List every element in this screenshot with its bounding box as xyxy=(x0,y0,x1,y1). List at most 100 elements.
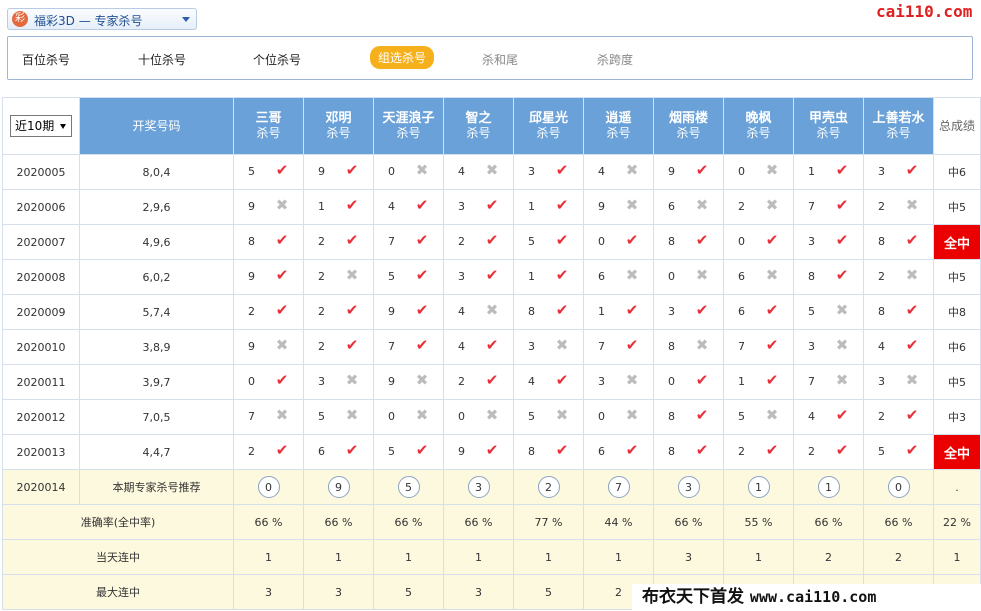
period-cell: 2020007 xyxy=(2,224,80,260)
kill-number: 2 xyxy=(738,200,745,213)
tab-units-kill[interactable]: 个位杀号 xyxy=(253,51,301,68)
stats-value: 1 xyxy=(443,539,514,575)
kill-number: 3 xyxy=(528,340,535,353)
check-icon: ✔ xyxy=(625,336,639,354)
recommendation-cell: 1 xyxy=(793,469,864,505)
expert-kill-cell: 5 ✖ xyxy=(793,294,864,330)
stats-row: 准确率(全中率) 66 % 66 % 66 % 66 % 77 % 44 % 66 % 55 %… xyxy=(2,504,981,540)
kill-number: 2 xyxy=(318,305,325,318)
expert-kill-cell: 4 ✖ xyxy=(443,294,514,330)
check-icon: ✔ xyxy=(695,441,709,459)
recommendation-cell: 0 xyxy=(233,469,304,505)
tab-span-kill[interactable]: 杀跨度 xyxy=(597,51,633,68)
expert-kill-cell: 9 ✔ xyxy=(373,294,444,330)
expert-kill-cell: 0 ✔ xyxy=(723,224,794,260)
kill-number: 0 xyxy=(668,270,675,283)
cross-icon: ✖ xyxy=(275,406,289,424)
tab-hundreds-kill[interactable]: 百位杀号 xyxy=(22,51,70,68)
period-filter-select[interactable]: 近10期 xyxy=(10,115,72,137)
period-cell: 2020013 xyxy=(2,434,80,470)
check-icon: ✔ xyxy=(345,231,359,249)
table-row: 2020006 2,9,6 9 ✖ 1 ✔ 4 ✔ 3 ✔ 1 ✔ 9 ✖ 6 ✖ 2 ✖ 7 ✔ 2 ✖ 中5 xyxy=(2,189,981,225)
expert-kill-cell: 9 ✖ xyxy=(583,189,654,225)
expert-kill-cell: 0 ✖ xyxy=(373,399,444,435)
cross-icon: ✖ xyxy=(625,371,639,389)
check-icon: ✔ xyxy=(765,231,779,249)
kill-number: 6 xyxy=(318,445,325,458)
expert-name: 晚枫 xyxy=(745,111,772,126)
stats-value: 44 % xyxy=(583,504,654,540)
recommended-kill-number: 3 xyxy=(677,476,700,498)
check-icon: ✔ xyxy=(275,371,289,389)
kill-number: 8 xyxy=(528,305,535,318)
lottery-logo-icon: 彩 xyxy=(12,11,28,27)
check-icon: ✔ xyxy=(625,441,639,459)
expert-kill-cell: 2 ✔ xyxy=(793,434,864,470)
recommendation-cell: 2 xyxy=(513,469,584,505)
stats-label: 最大连中 xyxy=(2,574,234,610)
check-icon: ✔ xyxy=(555,231,569,249)
expert-kill-cell: 6 ✖ xyxy=(723,259,794,295)
cross-icon: ✖ xyxy=(905,196,919,214)
cross-icon: ✖ xyxy=(905,371,919,389)
expert-kill-cell: 2 ✔ xyxy=(443,224,514,260)
check-icon: ✔ xyxy=(835,266,849,284)
check-icon: ✔ xyxy=(275,301,289,319)
expert-kill-cell: 2 ✔ xyxy=(233,434,304,470)
check-icon: ✔ xyxy=(415,196,429,214)
cross-icon: ✖ xyxy=(555,336,569,354)
period-cell: 2020011 xyxy=(2,364,80,400)
kill-number: 1 xyxy=(808,165,815,178)
cross-icon: ✖ xyxy=(765,406,779,424)
expert-kill-cell: 0 ✖ xyxy=(723,154,794,190)
expert-kill-cell: 4 ✖ xyxy=(443,154,514,190)
kill-number: 1 xyxy=(528,270,535,283)
expert-kill-cell: 7 ✔ xyxy=(373,224,444,260)
kill-number: 0 xyxy=(388,410,395,423)
kill-number: 1 xyxy=(528,200,535,213)
table-row: 2020013 4,4,7 2 ✔ 6 ✔ 5 ✔ 9 ✔ 8 ✔ 6 ✔ 8 ✔ 2 ✔ 2 ✔ 5 ✔ 全中 xyxy=(2,434,981,470)
tab-tens-kill[interactable]: 十位杀号 xyxy=(138,51,186,68)
kill-number: 2 xyxy=(318,235,325,248)
expert-kill-cell: 7 ✖ xyxy=(793,364,864,400)
kill-number: 9 xyxy=(248,200,255,213)
tab-group-kill[interactable]: 组选杀号 xyxy=(370,46,435,69)
check-icon: ✔ xyxy=(765,441,779,459)
tab-sum-tail-kill[interactable]: 杀和尾 xyxy=(482,51,518,68)
lottery-selector[interactable]: 彩 福彩3D — 专家杀号 xyxy=(7,8,197,30)
kill-number: 4 xyxy=(808,410,815,423)
expert-kill-cell: 0 ✖ xyxy=(583,399,654,435)
expert-kill-cell: 4 ✔ xyxy=(443,329,514,365)
kill-number: 2 xyxy=(878,410,885,423)
expert-kill-cell: 2 ✔ xyxy=(443,364,514,400)
kill-number: 6 xyxy=(668,200,675,213)
cross-icon: ✖ xyxy=(835,301,849,319)
recommended-kill-number: 2 xyxy=(537,476,560,498)
cross-icon: ✖ xyxy=(275,336,289,354)
expert-kill-cell: 2 ✔ xyxy=(303,294,374,330)
kill-label: 杀号 xyxy=(396,126,421,140)
expert-kill-cell: 5 ✔ xyxy=(233,154,304,190)
check-icon: ✔ xyxy=(555,266,569,284)
cross-icon: ✖ xyxy=(485,301,499,319)
kill-number: 2 xyxy=(878,270,885,283)
kill-label: 杀号 xyxy=(886,126,911,140)
expert-kill-cell: 1 ✔ xyxy=(513,189,584,225)
kill-number: 8 xyxy=(668,340,675,353)
cross-icon: ✖ xyxy=(765,161,779,179)
kill-number: 2 xyxy=(878,200,885,213)
recommendation-cell: 5 xyxy=(373,469,444,505)
cross-icon: ✖ xyxy=(765,196,779,214)
site-brand[interactable]: cai110.com xyxy=(876,2,972,21)
expert-kill-cell: 3 ✔ xyxy=(653,294,724,330)
stats-value: 3 xyxy=(303,574,374,610)
expert-kill-cell: 8 ✔ xyxy=(863,224,934,260)
kill-label: 杀号 xyxy=(326,126,351,140)
check-icon: ✔ xyxy=(415,336,429,354)
expert-kill-cell: 2 ✔ xyxy=(723,434,794,470)
check-icon: ✔ xyxy=(415,266,429,284)
kill-number: 5 xyxy=(528,235,535,248)
kill-number: 8 xyxy=(668,445,675,458)
check-icon: ✔ xyxy=(555,161,569,179)
kill-type-tabs: 百位杀号 十位杀号 个位杀号 组选杀号 杀和尾 杀跨度 xyxy=(7,36,973,80)
